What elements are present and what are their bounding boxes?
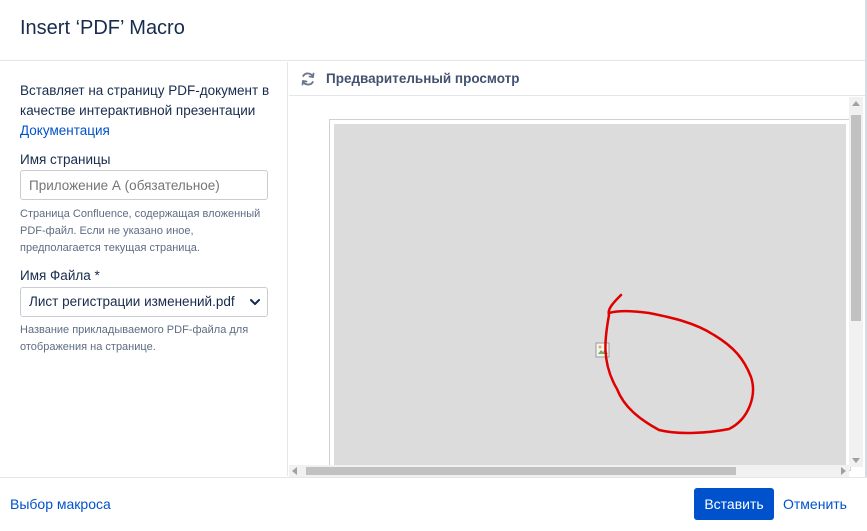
- horizontal-scrollbar[interactable]: [289, 465, 849, 477]
- page-name-label: Имя страницы: [20, 152, 111, 167]
- insert-button[interactable]: Вставить: [694, 488, 774, 520]
- horizontal-scroll-thumb[interactable]: [306, 467, 736, 475]
- preview-header: Предварительный просмотр: [289, 62, 865, 96]
- scroll-up-arrow-icon[interactable]: [852, 101, 860, 106]
- page-name-help: Страница Confluence, содержащая вложенны…: [20, 208, 261, 254]
- select-macro-link[interactable]: Выбор макроса: [10, 496, 111, 512]
- dialog-header: Insert ‘PDF’ Macro: [0, 0, 867, 61]
- preview-area: [289, 97, 865, 477]
- scroll-right-arrow-icon[interactable]: [841, 467, 846, 475]
- macro-description-text: Вставляет на страницу PDF-документ в кач…: [20, 83, 270, 118]
- pdf-page-frame: [329, 119, 851, 471]
- documentation-link[interactable]: Документация: [20, 123, 110, 138]
- macro-description: Вставляет на страницу PDF-документ в кач…: [20, 81, 275, 141]
- dialog-title: Insert ‘PDF’ Macro: [20, 17, 185, 39]
- file-name-selected: Лист регистрации изменений.pdf: [29, 294, 235, 309]
- vertical-scroll-thumb[interactable]: [851, 115, 861, 321]
- preview-title: Предварительный просмотр: [326, 71, 520, 86]
- broken-image-icon: [595, 342, 610, 358]
- cancel-button[interactable]: Отменить: [783, 496, 847, 512]
- chevron-down-icon: [250, 299, 260, 305]
- dialog-footer: Выбор макроса Вставить Отменить: [0, 477, 867, 531]
- refresh-icon[interactable]: [300, 71, 316, 87]
- file-name-label: Имя Файла *: [20, 268, 100, 283]
- macro-parameters-panel: Вставляет на страницу PDF-документ в кач…: [0, 62, 288, 476]
- vertical-scrollbar[interactable]: [849, 97, 863, 467]
- file-name-select[interactable]: Лист регистрации изменений.pdf: [20, 287, 268, 317]
- scroll-left-arrow-icon[interactable]: [292, 467, 297, 475]
- pdf-page-canvas: [334, 124, 846, 470]
- page-name-input[interactable]: [20, 170, 268, 200]
- file-name-help: Название прикладываемого PDF-файла для о…: [20, 324, 249, 353]
- scroll-down-arrow-icon[interactable]: [852, 458, 860, 463]
